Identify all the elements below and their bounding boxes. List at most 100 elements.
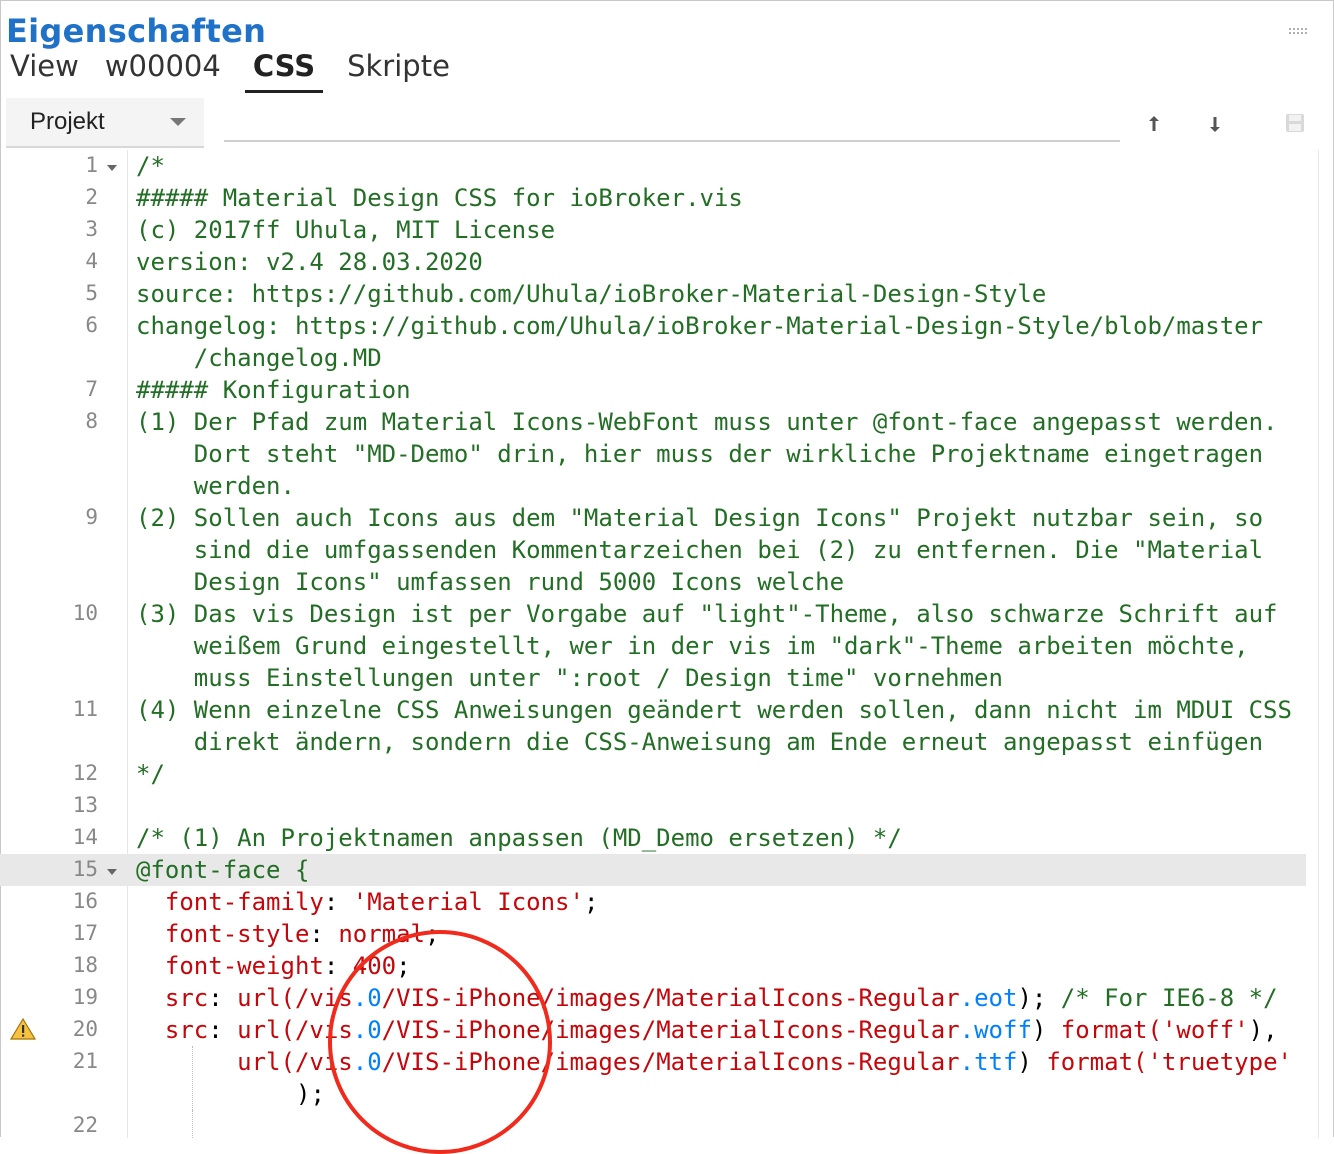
tab-scripts[interactable]: Skripte [345, 46, 452, 90]
code-text: (2) Sollen auch Icons aus dem "Material … [136, 504, 1264, 532]
line-number: 11 [72, 697, 98, 721]
code-text: werden. [136, 472, 295, 500]
code-text: Dort steht "MD-Demo" drin, hier muss der… [136, 440, 1264, 468]
line-number: 4 [85, 249, 98, 273]
code-text: version: v2.4 28.03.2020 [136, 248, 483, 276]
code-line: 1 /* [0, 150, 1306, 182]
css-code-editor[interactable]: 1 /* 2 ##### Material Design CSS for ioB… [0, 150, 1318, 1138]
code-text: ##### Konfiguration [136, 376, 411, 404]
indent-guide [192, 1110, 193, 1138]
editor-scrollbar[interactable] [1318, 150, 1319, 1138]
code-text: /changelog.MD [136, 344, 382, 372]
save-icon [1286, 114, 1304, 132]
line-number: 6 [85, 313, 98, 337]
code-text: ); [296, 1080, 325, 1108]
code-text: font-family: 'Material Icons'; [164, 888, 599, 916]
line-number: 19 [72, 985, 98, 1009]
upload-button[interactable] [1142, 112, 1166, 136]
code-text: (1) Der Pfad zum Material Icons-WebFont … [136, 408, 1278, 436]
toolbar-divider [224, 140, 1120, 142]
tab-css[interactable]: CSS [244, 46, 324, 93]
line-number: 17 [72, 921, 98, 945]
line-number: 14 [72, 825, 98, 849]
code-text: sind die umfgassenden Kommentarzeichen b… [136, 536, 1264, 564]
line-number: 2 [85, 185, 98, 209]
code-text: source: https://github.com/Uhula/ioBroke… [136, 280, 1047, 308]
code-line: 11 (4) Wenn einzelne CSS Anweisungen geä… [0, 694, 1306, 726]
indent-guide [192, 1046, 193, 1110]
chevron-down-icon [170, 118, 186, 126]
line-number: 9 [85, 505, 98, 529]
code-text: (c) 2017ff Uhula, MIT License [136, 216, 556, 244]
arrow-down-icon [1210, 117, 1220, 132]
line-number: 15 [72, 857, 98, 881]
code-line: 18 font-weight: 400; [0, 950, 1306, 982]
line-number: 8 [85, 409, 98, 433]
code-line-wrap: /changelog.MD [0, 342, 1306, 374]
warning-icon[interactable] [9, 1017, 37, 1047]
tab-bar: View w00004 CSS Skripte [8, 46, 474, 93]
code-text: weißem Grund eingestellt, wer in der vis… [136, 632, 1249, 660]
code-text: @font-face { [136, 856, 310, 884]
code-line: 21 url(/vis.0/VIS-iPhone/images/Material… [0, 1046, 1306, 1078]
code-line: 16 font-family: 'Material Icons'; [0, 886, 1306, 918]
line-number: 21 [72, 1049, 98, 1073]
scope-select-value: Projekt [30, 108, 105, 135]
code-line: 14 /* (1) An Projektnamen anpassen (MD_D… [0, 822, 1306, 854]
code-text: url(/vis.0/VIS-iPhone/images/MaterialIco… [237, 1048, 1292, 1076]
code-line-wrap: muss Einstellungen unter ":root / Design… [0, 662, 1306, 694]
line-number: 1 [85, 153, 98, 177]
code-text: ##### Material Design CSS for ioBroker.v… [136, 184, 743, 212]
line-number: 20 [72, 1017, 98, 1041]
code-line: 6 changelog: https://github.com/Uhula/io… [0, 310, 1306, 342]
line-number: 22 [72, 1113, 98, 1137]
code-line: 22 [0, 1110, 1306, 1142]
code-text: font-style: normal; [164, 920, 440, 948]
save-button[interactable] [1283, 112, 1307, 136]
code-line: 9 (2) Sollen auch Icons aus dem "Materia… [0, 502, 1306, 534]
code-line-wrap: werden. [0, 470, 1306, 502]
code-line: 2 ##### Material Design CSS for ioBroker… [0, 182, 1306, 214]
panel-title: Eigenschaften [6, 12, 267, 50]
line-number: 7 [85, 377, 98, 401]
drag-grip-icon[interactable] [1288, 28, 1308, 36]
fold-arrow-icon[interactable] [107, 165, 117, 171]
line-number: 16 [72, 889, 98, 913]
fold-arrow-icon[interactable] [107, 869, 117, 875]
code-line: 4 version: v2.4 28.03.2020 [0, 246, 1306, 278]
code-text: src: url(/vis.0/VIS-iPhone/images/Materi… [164, 984, 1278, 1012]
code-text: changelog: https://github.com/Uhula/ioBr… [136, 312, 1264, 340]
code-text: direkt ändern, sondern die CSS-Anweisung… [136, 728, 1264, 756]
code-line-active: 15 @font-face { [0, 854, 1306, 886]
line-number: 10 [72, 601, 98, 625]
download-button[interactable] [1203, 112, 1227, 136]
code-line: 3 (c) 2017ff Uhula, MIT License [0, 214, 1306, 246]
code-text: (4) Wenn einzelne CSS Anweisungen geände… [136, 696, 1292, 724]
tab-view[interactable]: View [8, 46, 81, 90]
code-text: /* [136, 152, 165, 180]
code-text: Design Icons" umfassen rund 5000 Icons w… [136, 568, 845, 596]
code-text: (3) Das vis Design ist per Vorgabe auf "… [136, 600, 1278, 628]
line-number: 3 [85, 217, 98, 241]
line-number: 18 [72, 953, 98, 977]
code-text: */ [136, 760, 165, 788]
code-line: 7 ##### Konfiguration [0, 374, 1306, 406]
scope-select[interactable]: Projekt [6, 98, 204, 148]
code-text: font-weight: 400; [164, 952, 411, 980]
code-line: 20 src: url(/vis.0/VIS-iPhone/images/Mat… [0, 1014, 1306, 1046]
line-number: 13 [72, 793, 98, 817]
arrow-up-icon [1149, 116, 1159, 131]
code-line: 12 */ [0, 758, 1306, 790]
code-line-wrap: ); [0, 1078, 1306, 1110]
tab-widget[interactable]: w00004 [103, 46, 223, 90]
code-line-wrap: direkt ändern, sondern die CSS-Anweisung… [0, 726, 1306, 758]
code-line: 17 font-style: normal; [0, 918, 1306, 950]
code-text: muss Einstellungen unter ":root / Design… [136, 664, 1003, 692]
code-line: 10 (3) Das vis Design ist per Vorgabe au… [0, 598, 1306, 630]
code-line: 8 (1) Der Pfad zum Material Icons-WebFon… [0, 406, 1306, 438]
code-text: src: url(/vis.0/VIS-iPhone/images/Materi… [164, 1016, 1278, 1044]
code-line: 19 src: url(/vis.0/VIS-iPhone/images/Mat… [0, 982, 1306, 1014]
code-line-wrap: Dort steht "MD-Demo" drin, hier muss der… [0, 438, 1306, 470]
code-text: /* (1) An Projektnamen anpassen (MD_Demo… [136, 824, 902, 852]
code-line: 5 source: https://github.com/Uhula/ioBro… [0, 278, 1306, 310]
